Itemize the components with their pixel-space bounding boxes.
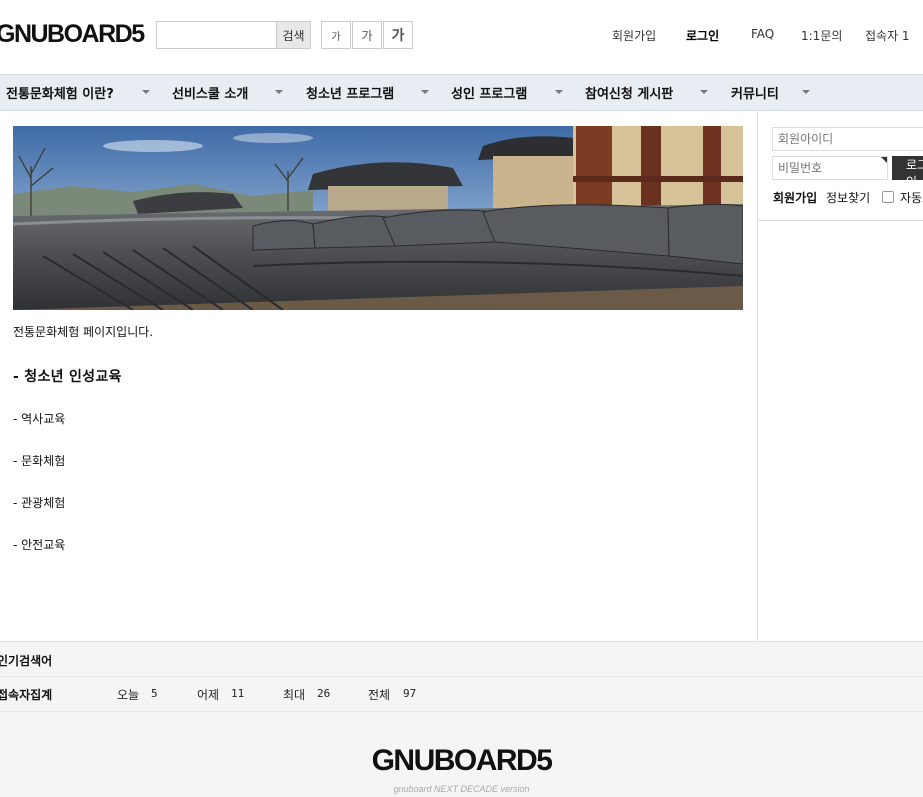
stat-value-today: 5 — [151, 687, 158, 700]
chevron-down-icon[interactable] — [555, 90, 563, 94]
nav-item-about[interactable]: 전통문화체험 이란? — [6, 75, 114, 110]
font-size-small-button[interactable]: 가 — [321, 21, 351, 49]
stat-value-max: 26 — [317, 687, 331, 700]
search-button[interactable]: 검색 — [276, 21, 311, 49]
main-navigation: 전통문화체험 이란? 선비스쿨 소개 청소년 프로그램 성인 프로그램 참여신청… — [0, 74, 923, 111]
corner-marker-icon — [881, 157, 887, 163]
nav-item-community[interactable]: 커뮤니티 — [731, 75, 779, 110]
nav-item-school[interactable]: 선비스쿨 소개 — [172, 75, 248, 110]
password-input[interactable] — [772, 156, 888, 180]
login-link[interactable]: 로그인 — [686, 27, 719, 44]
find-info-link[interactable]: 정보찾기 — [826, 189, 870, 206]
search-input[interactable] — [156, 21, 278, 49]
site-header: GNUBOARD5 검색 가 가 가 회원가입 로그인 FAQ 1:1문의 접속… — [0, 0, 923, 74]
nav-item-adult[interactable]: 성인 프로그램 — [451, 75, 527, 110]
stat-value-total: 97 — [403, 687, 417, 700]
footer-logo[interactable]: GNUBOARD5 — [0, 744, 923, 778]
chevron-down-icon[interactable] — [421, 90, 429, 94]
main-content: 전통문화체험 페이지입니다. - 청소년 인성교육 - 역사교육 - 문화체험 … — [0, 111, 757, 641]
qa-link[interactable]: 1:1문의 — [801, 27, 842, 44]
stat-label-max: 최대 — [283, 688, 306, 702]
join-link[interactable]: 회원가입 — [612, 27, 656, 44]
nav-item-youth[interactable]: 청소년 프로그램 — [306, 75, 394, 110]
member-id-input[interactable] — [772, 127, 923, 151]
visitor-stats-title: 접속자집계 — [0, 688, 53, 702]
sidebar-join-link[interactable]: 회원가입 — [773, 189, 817, 206]
stat-label-today: 오늘 — [117, 688, 140, 702]
stat-label-total: 전체 — [368, 688, 391, 702]
auto-login-checkbox[interactable] — [882, 191, 894, 203]
stat-label-yesterday: 어제 — [197, 688, 220, 702]
footer-tagline: gnuboard NEXT DECADE version — [393, 784, 530, 794]
section-title: - 청소년 인성교육 — [13, 369, 122, 385]
stat-value-yesterday: 11 — [231, 687, 245, 700]
auto-login-label[interactable]: 자동로그인 — [900, 189, 923, 206]
edu-item-history: - 역사교육 — [13, 412, 66, 426]
hanok-roof-banner-image — [13, 126, 743, 310]
chevron-down-icon[interactable] — [275, 90, 283, 94]
chevron-down-icon[interactable] — [700, 90, 708, 94]
font-size-medium-button[interactable]: 가 — [352, 21, 382, 49]
login-button[interactable]: 로그인 — [892, 156, 923, 189]
visitors-link[interactable]: 접속자 1 — [865, 27, 910, 44]
site-footer: GNUBOARD5 gnuboard NEXT DECADE version — [0, 712, 923, 797]
site-logo[interactable]: GNUBOARD5 — [0, 20, 145, 49]
edu-item-tour: - 관광체험 — [13, 496, 66, 510]
login-box: 로그인 회원가입 정보찾기 자동로그인 — [758, 111, 923, 221]
edu-item-culture: - 문화체험 — [13, 454, 66, 468]
faq-link[interactable]: FAQ — [751, 27, 774, 41]
nav-item-apply-board[interactable]: 참여신청 게시판 — [585, 75, 673, 110]
edu-item-safety: - 안전교육 — [13, 538, 66, 552]
popular-search-title: 인기검색어 — [0, 654, 53, 668]
login-sidebar: 로그인 회원가입 정보찾기 자동로그인 — [757, 111, 923, 641]
chevron-down-icon[interactable] — [802, 90, 810, 94]
chevron-down-icon[interactable] — [142, 90, 150, 94]
intro-text: 전통문화체험 페이지입니다. — [13, 325, 154, 339]
popular-search-bar: 인기검색어 — [0, 641, 923, 677]
font-size-large-button[interactable]: 가 — [383, 21, 413, 49]
visitor-stats-bar: 접속자집계 오늘 5 어제 11 최대 26 전체 97 — [0, 677, 923, 712]
